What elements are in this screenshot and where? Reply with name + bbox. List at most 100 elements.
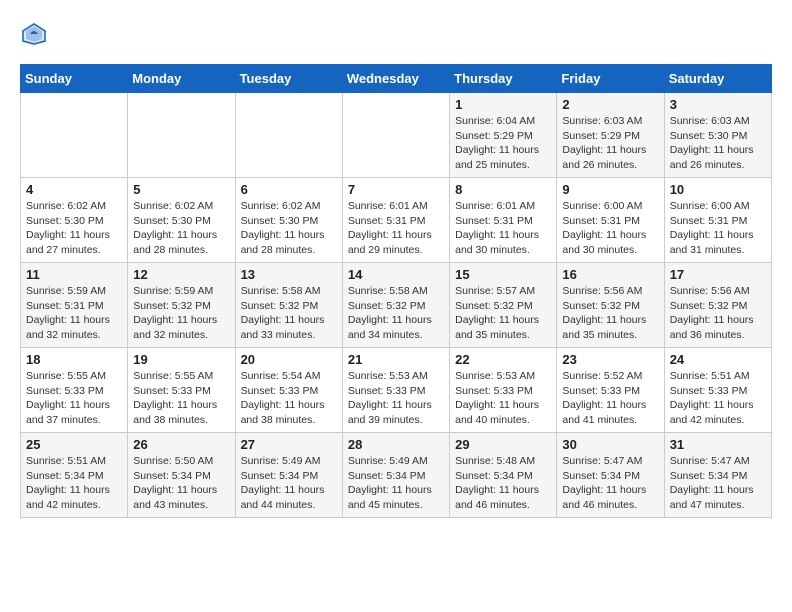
day-number: 19: [133, 352, 229, 367]
day-number: 11: [26, 267, 122, 282]
day-info: Sunrise: 5:58 AM Sunset: 5:32 PM Dayligh…: [241, 284, 337, 343]
day-number: 30: [562, 437, 658, 452]
day-info: Sunrise: 5:52 AM Sunset: 5:33 PM Dayligh…: [562, 369, 658, 428]
day-number: 4: [26, 182, 122, 197]
calendar-cell: [342, 93, 449, 178]
calendar-cell: 2 Sunrise: 6:03 AM Sunset: 5:29 PM Daylig…: [557, 93, 664, 178]
calendar-cell: 3 Sunrise: 6:03 AM Sunset: 5:30 PM Daylig…: [664, 93, 771, 178]
day-info: Sunrise: 5:55 AM Sunset: 5:33 PM Dayligh…: [133, 369, 229, 428]
calendar-week-2: 11 Sunrise: 5:59 AM Sunset: 5:31 PM Dayli…: [21, 263, 772, 348]
day-number: 5: [133, 182, 229, 197]
day-number: 1: [455, 97, 551, 112]
calendar-week-1: 4 Sunrise: 6:02 AM Sunset: 5:30 PM Daylig…: [21, 178, 772, 263]
day-number: 14: [348, 267, 444, 282]
calendar-cell: 27 Sunrise: 5:49 AM Sunset: 5:34 PM Dayli…: [235, 433, 342, 518]
calendar-cell: 25Sunrise: 5:51 AM Sunset: 5:34 PM Dayli…: [21, 433, 128, 518]
header-wednesday: Wednesday: [342, 65, 449, 93]
calendar-cell: 1 Sunrise: 6:04 AM Sunset: 5:29 PM Daylig…: [450, 93, 557, 178]
day-number: 7: [348, 182, 444, 197]
calendar-cell: 28 Sunrise: 5:49 AM Sunset: 5:34 PM Dayli…: [342, 433, 449, 518]
day-info: Sunrise: 5:51 AM Sunset: 5:34 PM Dayligh…: [26, 454, 122, 513]
calendar-cell: 29 Sunrise: 5:48 AM Sunset: 5:34 PM Dayli…: [450, 433, 557, 518]
day-info: Sunrise: 6:02 AM Sunset: 5:30 PM Dayligh…: [26, 199, 122, 258]
day-info: Sunrise: 5:47 AM Sunset: 5:34 PM Dayligh…: [670, 454, 766, 513]
calendar-cell: [21, 93, 128, 178]
day-info: Sunrise: 5:58 AM Sunset: 5:32 PM Dayligh…: [348, 284, 444, 343]
header-saturday: Saturday: [664, 65, 771, 93]
day-number: 31: [670, 437, 766, 452]
day-info: Sunrise: 5:56 AM Sunset: 5:32 PM Dayligh…: [670, 284, 766, 343]
day-number: 27: [241, 437, 337, 452]
calendar-cell: 6 Sunrise: 6:02 AM Sunset: 5:30 PM Daylig…: [235, 178, 342, 263]
calendar-week-4: 25Sunrise: 5:51 AM Sunset: 5:34 PM Dayli…: [21, 433, 772, 518]
calendar-cell: 30 Sunrise: 5:47 AM Sunset: 5:34 PM Dayli…: [557, 433, 664, 518]
day-number: 10: [670, 182, 766, 197]
calendar-cell: 12Sunrise: 5:59 AM Sunset: 5:32 PM Dayli…: [128, 263, 235, 348]
day-info: Sunrise: 5:47 AM Sunset: 5:34 PM Dayligh…: [562, 454, 658, 513]
day-info: Sunrise: 5:48 AM Sunset: 5:34 PM Dayligh…: [455, 454, 551, 513]
day-number: 8: [455, 182, 551, 197]
logo: [20, 20, 52, 48]
calendar-cell: 23 Sunrise: 5:52 AM Sunset: 5:33 PM Dayli…: [557, 348, 664, 433]
page-header: [20, 20, 772, 48]
day-info: Sunrise: 6:00 AM Sunset: 5:31 PM Dayligh…: [670, 199, 766, 258]
day-info: Sunrise: 6:03 AM Sunset: 5:29 PM Dayligh…: [562, 114, 658, 173]
day-info: Sunrise: 5:59 AM Sunset: 5:31 PM Dayligh…: [26, 284, 122, 343]
day-number: 9: [562, 182, 658, 197]
day-number: 29: [455, 437, 551, 452]
calendar-cell: 24 Sunrise: 5:51 AM Sunset: 5:33 PM Dayli…: [664, 348, 771, 433]
day-info: Sunrise: 6:03 AM Sunset: 5:30 PM Dayligh…: [670, 114, 766, 173]
calendar-table: SundayMondayTuesdayWednesdayThursdayFrid…: [20, 64, 772, 518]
calendar-cell: 14 Sunrise: 5:58 AM Sunset: 5:32 PM Dayli…: [342, 263, 449, 348]
day-number: 6: [241, 182, 337, 197]
calendar-cell: 26 Sunrise: 5:50 AM Sunset: 5:34 PM Dayli…: [128, 433, 235, 518]
day-number: 24: [670, 352, 766, 367]
day-info: Sunrise: 5:59 AM Sunset: 5:32 PM Dayligh…: [133, 284, 229, 343]
calendar-cell: [128, 93, 235, 178]
day-info: Sunrise: 5:49 AM Sunset: 5:34 PM Dayligh…: [348, 454, 444, 513]
day-number: 23: [562, 352, 658, 367]
calendar-cell: 7 Sunrise: 6:01 AM Sunset: 5:31 PM Daylig…: [342, 178, 449, 263]
day-number: 2: [562, 97, 658, 112]
calendar-header-row: SundayMondayTuesdayWednesdayThursdayFrid…: [21, 65, 772, 93]
day-number: 13: [241, 267, 337, 282]
header-thursday: Thursday: [450, 65, 557, 93]
day-number: 21: [348, 352, 444, 367]
day-info: Sunrise: 5:51 AM Sunset: 5:33 PM Dayligh…: [670, 369, 766, 428]
day-info: Sunrise: 6:01 AM Sunset: 5:31 PM Dayligh…: [455, 199, 551, 258]
calendar-week-3: 18Sunrise: 5:55 AM Sunset: 5:33 PM Dayli…: [21, 348, 772, 433]
header-sunday: Sunday: [21, 65, 128, 93]
calendar-cell: 9 Sunrise: 6:00 AM Sunset: 5:31 PM Daylig…: [557, 178, 664, 263]
calendar-cell: 10 Sunrise: 6:00 AM Sunset: 5:31 PM Dayli…: [664, 178, 771, 263]
day-number: 16: [562, 267, 658, 282]
day-number: 15: [455, 267, 551, 282]
day-info: Sunrise: 5:55 AM Sunset: 5:33 PM Dayligh…: [26, 369, 122, 428]
day-number: 22: [455, 352, 551, 367]
calendar-cell: 17Sunrise: 5:56 AM Sunset: 5:32 PM Dayli…: [664, 263, 771, 348]
day-number: 28: [348, 437, 444, 452]
day-info: Sunrise: 6:00 AM Sunset: 5:31 PM Dayligh…: [562, 199, 658, 258]
day-info: Sunrise: 5:57 AM Sunset: 5:32 PM Dayligh…: [455, 284, 551, 343]
day-info: Sunrise: 5:53 AM Sunset: 5:33 PM Dayligh…: [455, 369, 551, 428]
calendar-cell: 4 Sunrise: 6:02 AM Sunset: 5:30 PM Daylig…: [21, 178, 128, 263]
day-info: Sunrise: 6:04 AM Sunset: 5:29 PM Dayligh…: [455, 114, 551, 173]
day-info: Sunrise: 5:54 AM Sunset: 5:33 PM Dayligh…: [241, 369, 337, 428]
calendar-cell: 19 Sunrise: 5:55 AM Sunset: 5:33 PM Dayli…: [128, 348, 235, 433]
calendar-cell: 8 Sunrise: 6:01 AM Sunset: 5:31 PM Daylig…: [450, 178, 557, 263]
day-info: Sunrise: 6:02 AM Sunset: 5:30 PM Dayligh…: [241, 199, 337, 258]
day-info: Sunrise: 5:49 AM Sunset: 5:34 PM Dayligh…: [241, 454, 337, 513]
calendar-cell: 15 Sunrise: 5:57 AM Sunset: 5:32 PM Dayli…: [450, 263, 557, 348]
day-number: 3: [670, 97, 766, 112]
day-number: 20: [241, 352, 337, 367]
header-tuesday: Tuesday: [235, 65, 342, 93]
day-info: Sunrise: 5:53 AM Sunset: 5:33 PM Dayligh…: [348, 369, 444, 428]
day-number: 26: [133, 437, 229, 452]
day-info: Sunrise: 6:01 AM Sunset: 5:31 PM Dayligh…: [348, 199, 444, 258]
day-info: Sunrise: 5:50 AM Sunset: 5:34 PM Dayligh…: [133, 454, 229, 513]
calendar-cell: 18Sunrise: 5:55 AM Sunset: 5:33 PM Dayli…: [21, 348, 128, 433]
calendar-cell: 20 Sunrise: 5:54 AM Sunset: 5:33 PM Dayli…: [235, 348, 342, 433]
calendar-cell: 22 Sunrise: 5:53 AM Sunset: 5:33 PM Dayli…: [450, 348, 557, 433]
calendar-cell: [235, 93, 342, 178]
calendar-cell: 21 Sunrise: 5:53 AM Sunset: 5:33 PM Dayli…: [342, 348, 449, 433]
calendar-cell: 13 Sunrise: 5:58 AM Sunset: 5:32 PM Dayli…: [235, 263, 342, 348]
